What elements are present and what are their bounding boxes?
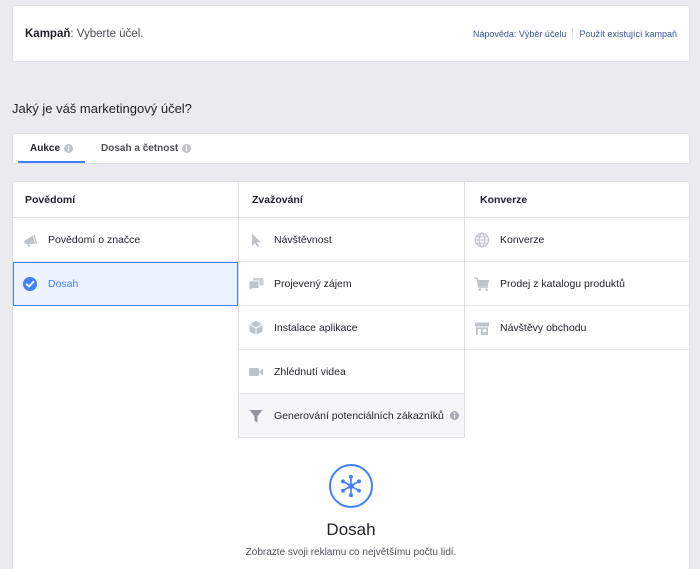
reach-icon (329, 464, 373, 508)
objective-brand-awareness[interactable]: Povědomí o značce (13, 218, 238, 262)
objective-conversions[interactable]: Konverze (465, 218, 689, 262)
selected-objective-description: Zobrazte svoji reklamu co největšímu poč… (245, 547, 457, 558)
objective-label: Zhlédnutí videa (274, 365, 346, 378)
link-separator (572, 28, 574, 39)
objective-label: Generování potenciálních zákazníků (274, 409, 444, 422)
use-existing-campaign-link[interactable]: Použít existující kampaň (579, 29, 677, 39)
objective-label: Návštěvnost (274, 233, 332, 246)
buying-type-tabs: Aukce Dosah a četnost (12, 133, 690, 164)
objective-question: Jaký je váš marketingový účel? (12, 101, 192, 116)
objective-label: Projevený zájem (274, 277, 352, 290)
column-header-awareness: Povědomí (13, 182, 238, 218)
tab-auction[interactable]: Aukce (18, 134, 86, 163)
objectives-panel: Povědomí Povědomí o značce Dosah Zvažová… (12, 181, 690, 569)
campaign-title: Kampaň: Vyberte účel. (25, 28, 143, 40)
info-icon[interactable] (182, 144, 192, 153)
column-awareness: Povědomí Povědomí o značce Dosah (13, 182, 238, 306)
objective-video-views[interactable]: Zhlédnutí videa (239, 350, 464, 394)
megaphone-icon (22, 232, 38, 248)
tab-auction-label: Aukce (30, 143, 61, 154)
selected-objective-title: Dosah (326, 520, 376, 539)
objective-label: Prodej z katalogu produktů (500, 277, 625, 290)
campaign-title-label: Kampaň (25, 27, 71, 40)
objective-label: Dosah (48, 277, 79, 290)
box-icon (248, 320, 264, 336)
objective-label: Návštěvy obchodu (500, 321, 587, 334)
objective-lead-generation[interactable]: Generování potenciálních zákazníků (239, 394, 464, 438)
video-camera-icon (248, 364, 264, 380)
column-conversion: Konverze Konverze Prodej z katalogu prod… (465, 182, 689, 350)
globe-icon (474, 232, 490, 248)
tab-reach-and-frequency[interactable]: Dosah a četnost (89, 134, 203, 163)
info-icon[interactable] (64, 144, 74, 153)
objective-catalog-sales[interactable]: Prodej z katalogu produktů (465, 262, 689, 306)
check-circle-icon (22, 276, 38, 292)
column-header-conversion: Konverze (465, 182, 689, 218)
chat-bubbles-icon (248, 276, 264, 292)
column-consideration: Zvažování Návštěvnost Projevený zájem In… (238, 182, 465, 438)
selected-objective-detail: Dosah Zobrazte svoji reklamu co největší… (13, 464, 689, 559)
header-links: Nápověda: Výběr účelu Použít existující … (473, 28, 677, 39)
objective-app-installs[interactable]: Instalace aplikace (239, 306, 464, 350)
tab-reach-and-frequency-label: Dosah a četnost (101, 143, 179, 154)
objective-label: Konverze (500, 233, 545, 246)
column-header-consideration: Zvažování (239, 182, 464, 218)
help-link[interactable]: Nápověda: Výběr účelu (473, 29, 567, 39)
objective-store-visits[interactable]: Návštěvy obchodu (465, 306, 689, 350)
objective-traffic[interactable]: Návštěvnost (239, 218, 464, 262)
cursor-icon (248, 232, 264, 248)
info-icon[interactable] (449, 411, 459, 420)
cart-icon (474, 276, 490, 292)
funnel-icon (248, 408, 264, 424)
campaign-header: Kampaň: Vyberte účel. Nápověda: Výběr úč… (12, 5, 690, 62)
campaign-title-value: : Vyberte účel. (70, 27, 144, 40)
store-icon (474, 320, 490, 336)
objective-reach[interactable]: Dosah (13, 262, 238, 306)
objective-label: Instalace aplikace (274, 321, 358, 334)
objective-engagement[interactable]: Projevený zájem (239, 262, 464, 306)
objective-label: Povědomí o značce (48, 233, 141, 246)
